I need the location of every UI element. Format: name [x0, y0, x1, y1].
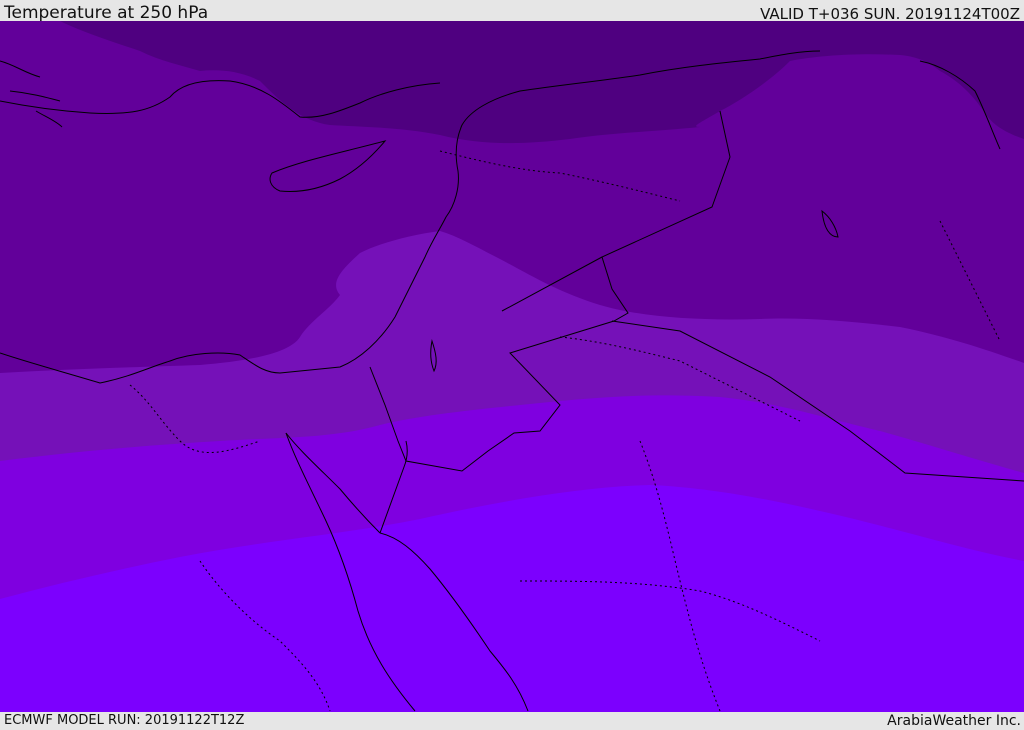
temperature-map[interactable] [0, 21, 1024, 712]
model-run: ECMWF MODEL RUN: 20191122T12Z [4, 713, 245, 728]
credit: ArabiaWeather Inc. [887, 713, 1021, 729]
footer-bar: ECMWF MODEL RUN: 20191122T12Z ArabiaWeat… [0, 712, 1024, 729]
map-title: Temperature at 250 hPa [4, 3, 209, 23]
header-bar: Temperature at 250 hPa VALID T+036 SUN. … [0, 0, 1024, 23]
